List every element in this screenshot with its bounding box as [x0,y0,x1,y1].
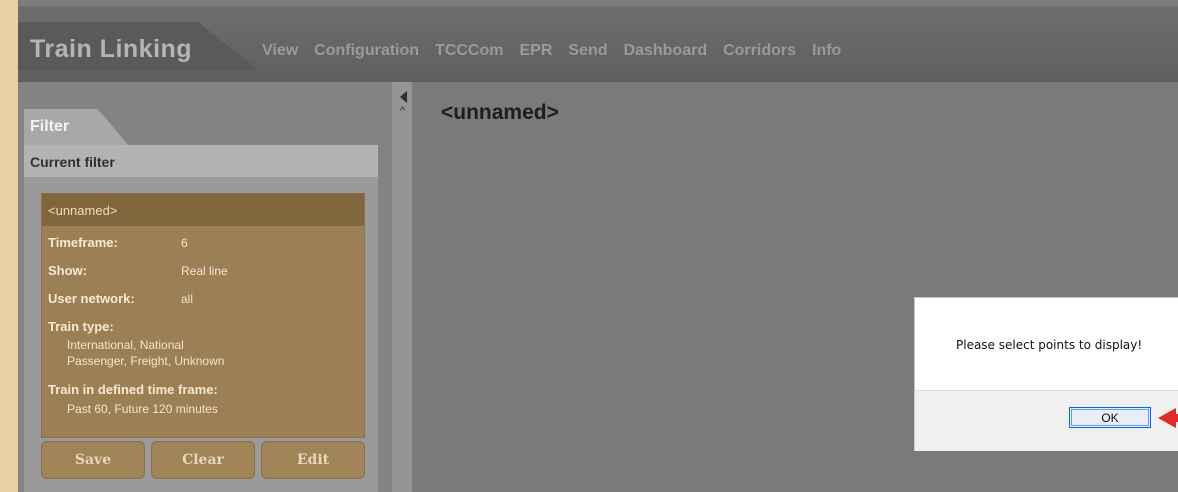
app-title: Train Linking [30,35,193,63]
show-value: Real line [181,264,228,278]
edit-button[interactable]: Edit [261,441,365,479]
main-menu: View Configuration TCCCom EPR Send Dashb… [262,42,857,60]
menu-view[interactable]: View [262,42,298,60]
menu-configuration[interactable]: Configuration [314,42,419,60]
top-bar: Train Linking View Configuration TCCCom … [18,6,1178,82]
filter-body: Current filter <unnamed> Timeframe: 6 Sh… [24,145,378,492]
filter-card-title: <unnamed> [42,194,364,226]
current-filter-header: Current filter [24,145,378,177]
time-frame-label: Train in defined time frame: [48,382,218,397]
panel-splitter[interactable]: ^ [392,82,412,492]
save-button[interactable]: Save [41,441,145,479]
train-type-label: Train type: [48,319,114,334]
filter-card: <unnamed> Timeframe: 6 Show: Real line U… [41,193,365,438]
alert-dialog: Please select points to display! OK [915,298,1178,451]
train-type-line2: Passenger, Freight, Unknown [67,354,225,368]
page-title: <unnamed> [441,101,559,124]
train-type-line1: International, National [67,338,184,352]
pointer-arrow-tail [1172,414,1178,422]
menu-send[interactable]: Send [568,42,607,60]
timeframe-value: 6 [181,236,188,250]
user-network-value: all [181,292,194,306]
menu-dashboard[interactable]: Dashboard [624,42,708,60]
current-filter-label: Current filter [30,154,115,170]
filter-name: <unnamed> [48,203,118,218]
scroll-up-icon[interactable]: ^ [400,106,405,117]
menu-tcccom[interactable]: TCCCom [435,42,503,60]
dialog-message: Please select points to display! [956,338,1143,352]
menu-epr[interactable]: EPR [519,42,552,60]
show-label: Show: [48,263,87,278]
ok-button[interactable]: OK [1069,407,1151,428]
filter-tab-label: Filter [30,118,70,135]
user-network-label: User network: [48,291,135,306]
collapse-arrow-icon[interactable] [400,91,407,103]
clear-button[interactable]: Clear [151,441,255,479]
menu-corridors[interactable]: Corridors [723,42,796,60]
filter-panel: Filter Current filter <unnamed> Timefram… [18,82,392,492]
timeframe-label: Timeframe: [48,235,118,250]
menu-info[interactable]: Info [812,42,841,60]
time-frame-value: Past 60, Future 120 minutes [67,402,218,416]
